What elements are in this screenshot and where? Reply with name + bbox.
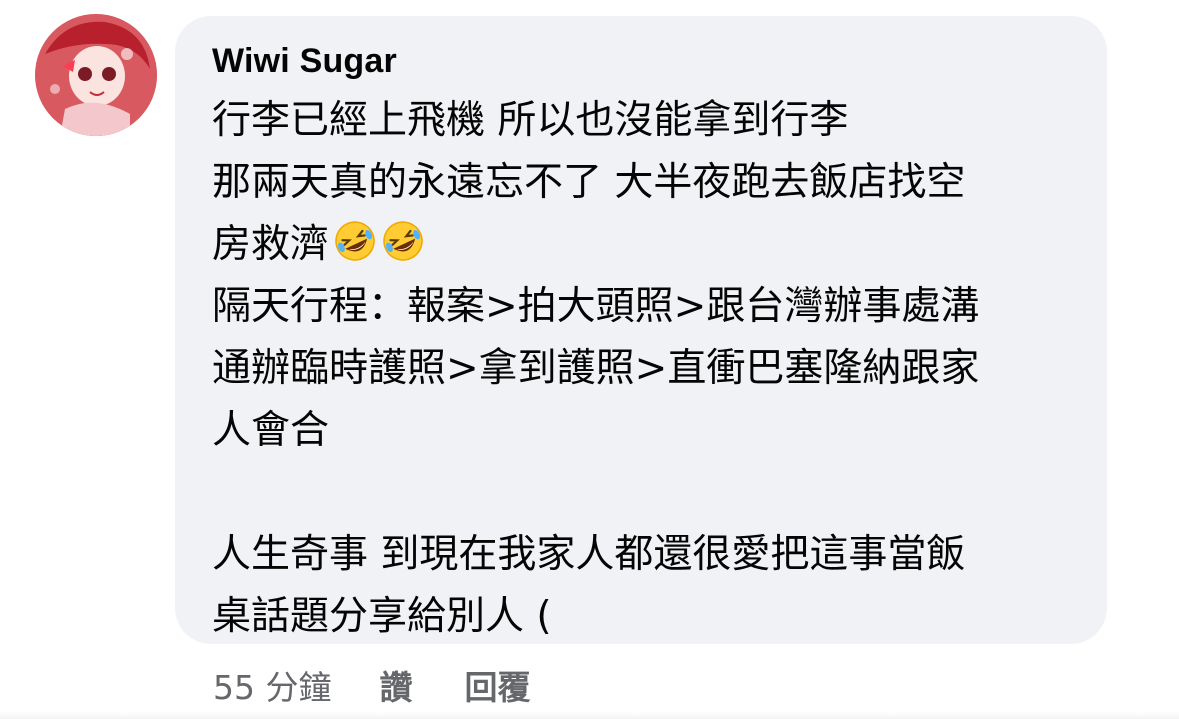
avatar-illustration <box>35 14 157 136</box>
comment-author[interactable]: Wiwi Sugar <box>212 42 397 81</box>
reply-button[interactable]: 回覆 <box>464 661 530 709</box>
comment-line: 桌話題分享給別人 ( <box>212 594 552 639</box>
comment-line-blank <box>212 462 1092 524</box>
comment-line: 那兩天真的永遠忘不了 大半夜跑去飯店找空 <box>212 160 966 205</box>
like-button[interactable]: 讚 <box>379 661 412 709</box>
comment-timestamp[interactable]: 55 分鐘 <box>213 661 331 709</box>
comment-actions: 55 分鐘 讚 回覆 <box>213 660 530 710</box>
comment-line: 通辦臨時護照>拿到護照>直衝巴塞隆納跟家 <box>212 346 980 391</box>
comment-line: 行李已經上飛機 所以也沒能拿到行李 <box>212 98 849 143</box>
rolling-on-floor-laughing-icon <box>381 219 425 263</box>
avatar[interactable] <box>35 14 157 136</box>
comment-bubble: Wiwi Sugar 行李已經上飛機 所以也沒能拿到行李 那兩天真的永遠忘不了 … <box>175 16 1107 644</box>
comment-line: 隔天行程：報案>拍大頭照>跟台灣辦事處溝 <box>212 284 980 329</box>
comment-line-with-emoji: 房救濟 <box>212 214 1092 276</box>
comment-line: 人生奇事 到現在我家人都還很愛把這事當飯 <box>212 532 966 577</box>
comment-line: 人會合 <box>212 408 330 453</box>
rolling-on-floor-laughing-icon <box>333 219 377 263</box>
comment-line-text: 房救濟 <box>212 222 330 267</box>
comment-body: 行李已經上飛機 所以也沒能拿到行李 那兩天真的永遠忘不了 大半夜跑去飯店找空 房… <box>212 90 1092 648</box>
bottom-divider <box>0 712 1179 719</box>
